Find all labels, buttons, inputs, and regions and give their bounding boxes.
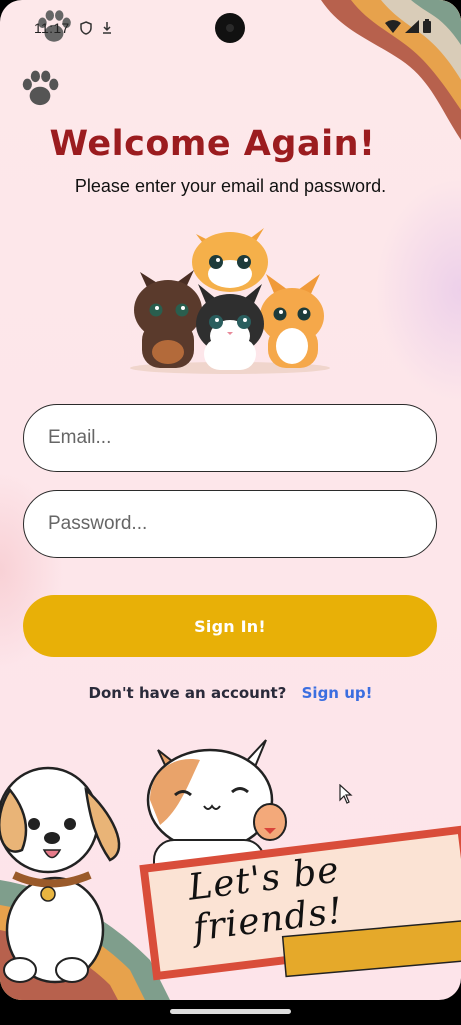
battery-icon bbox=[423, 19, 431, 33]
front-camera bbox=[215, 13, 245, 43]
status-time: 11:17 bbox=[34, 20, 70, 36]
status-icons-right bbox=[385, 19, 431, 33]
cats-illustration bbox=[130, 228, 330, 374]
download-icon bbox=[103, 22, 111, 34]
password-input[interactable] bbox=[23, 490, 437, 558]
sign-up-link[interactable]: Sign up! bbox=[302, 684, 373, 702]
shield-icon bbox=[80, 21, 92, 35]
signup-row: Don't have an account? Sign up! bbox=[0, 684, 461, 702]
page-subtitle: Please enter your email and password. bbox=[74, 176, 387, 196]
wifi-icon bbox=[385, 20, 401, 33]
status-icons-left bbox=[80, 21, 112, 35]
email-input[interactable] bbox=[23, 404, 437, 472]
page-title: Welcome Again! bbox=[49, 124, 376, 164]
home-indicator[interactable] bbox=[170, 1009, 291, 1014]
paw-icon bbox=[22, 70, 59, 106]
app-screen: 11:17 Welcome Again! Please enter your e… bbox=[0, 0, 461, 1000]
sign-in-button[interactable]: Sign In! bbox=[23, 595, 437, 657]
decorative-stripes bbox=[321, 0, 461, 140]
signal-icon bbox=[405, 20, 419, 33]
signup-prompt: Don't have an account? bbox=[88, 684, 287, 702]
mouse-cursor-icon bbox=[339, 784, 353, 804]
